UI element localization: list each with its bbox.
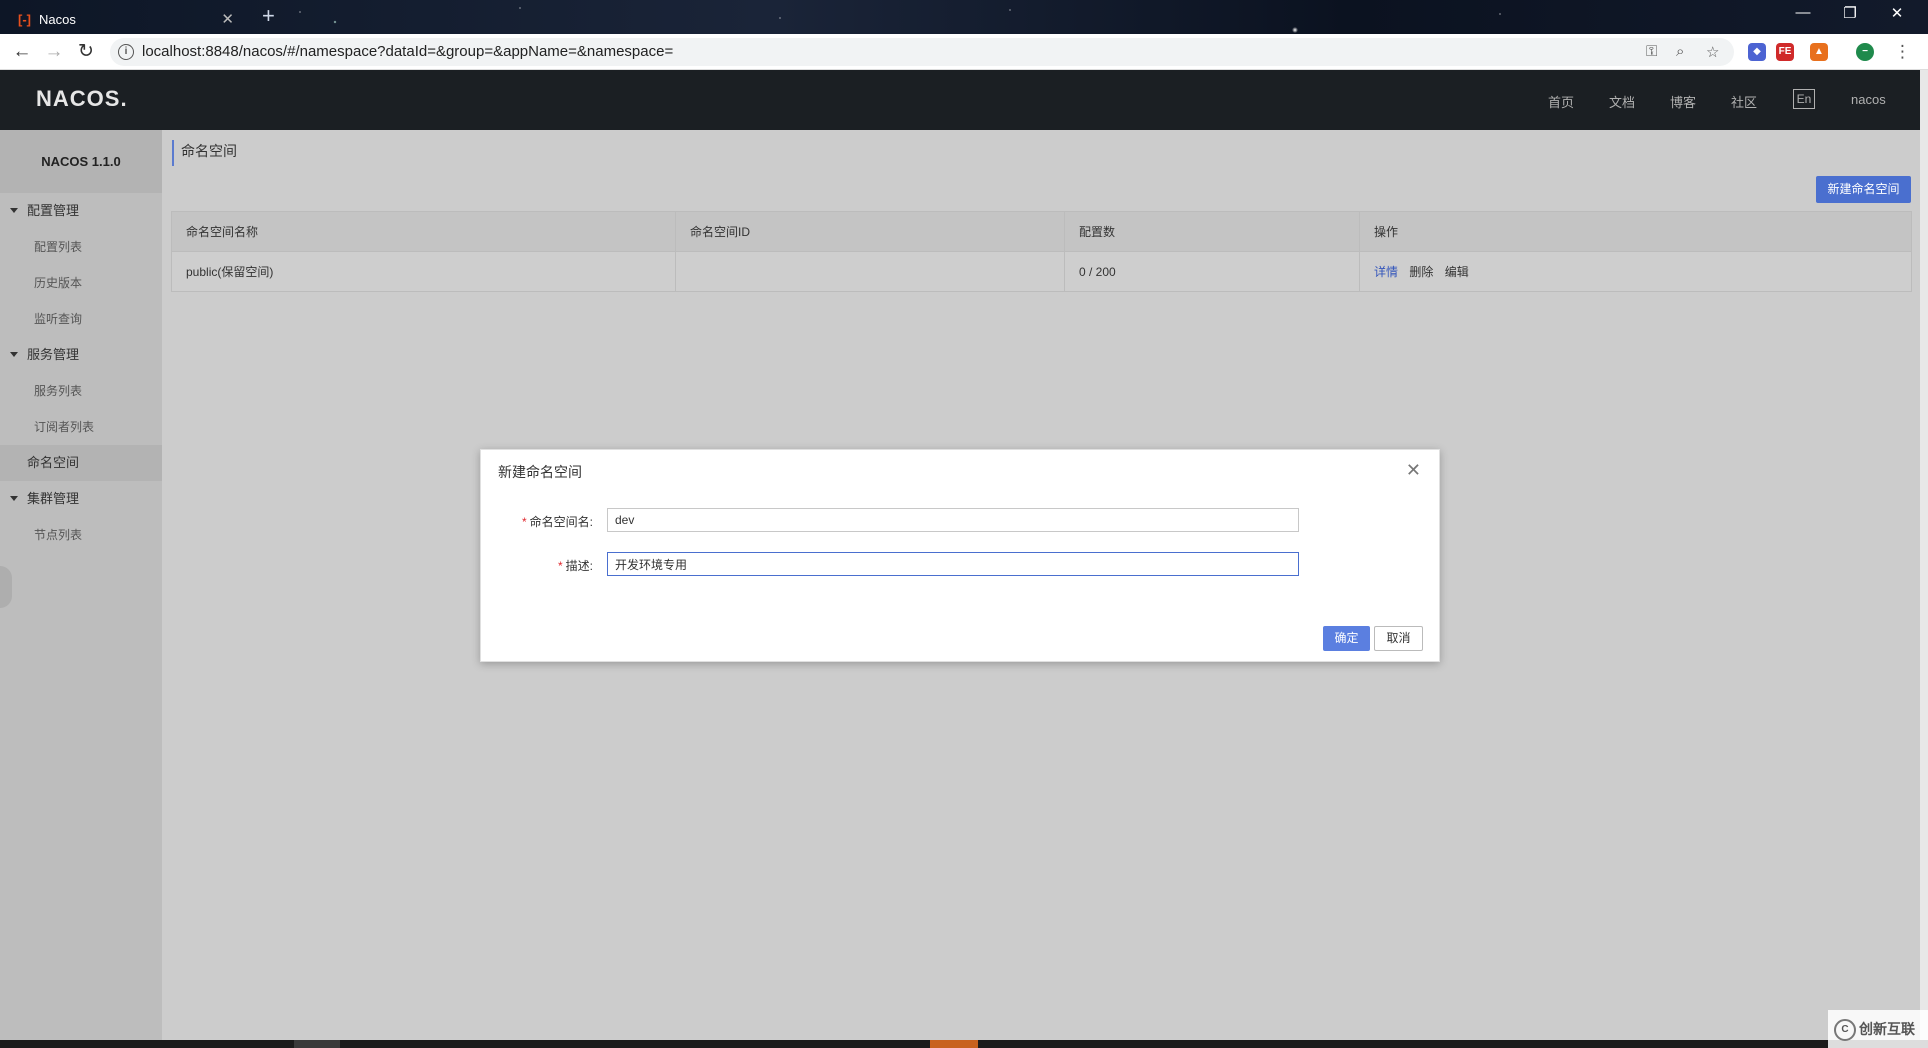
nacos-favicon-icon: [-] (18, 11, 31, 27)
required-mark: * (521, 515, 527, 529)
sidebar-group-config[interactable]: 配置管理 (0, 193, 162, 229)
sidebar-group-label: 服务管理 (27, 347, 80, 362)
create-namespace-button[interactable]: 新建命名空间 (1816, 176, 1911, 203)
column-header-id: 命名空间ID (675, 211, 1065, 252)
namespace-name-cell: public(保留空间) (171, 251, 676, 292)
page-scrollbar[interactable] (1920, 70, 1928, 1040)
table-row: public(保留空间) 0 / 200 详情 删除 编辑 (171, 251, 1912, 292)
delete-link[interactable]: 删除 (1409, 265, 1433, 279)
window-close-icon[interactable]: ✕ (1877, 4, 1917, 22)
forward-icon[interactable]: → (42, 40, 66, 64)
version-label: NACOS 1.1.0 (0, 130, 162, 193)
extension-shield-icon[interactable]: ◆ (1748, 43, 1766, 61)
sidebar: NACOS 1.1.0 配置管理 配置列表 历史版本 监听查询 服务管理 服务列… (0, 130, 162, 1040)
browser-tab-bar: [-] Nacos ✕ + — ❐ ✕ (0, 0, 1928, 34)
sidebar-group-label: 集群管理 (27, 491, 80, 506)
table-header-row: 命名空间名称 命名空间ID 配置数 操作 (171, 211, 1912, 252)
zoom-icon[interactable]: ⌕ (1676, 43, 1684, 60)
tab-title: Nacos (39, 11, 76, 27)
new-tab-icon[interactable]: + (262, 4, 275, 28)
address-url[interactable]: localhost:8848/nacos/#/namespace?dataId=… (142, 43, 673, 60)
reload-icon[interactable]: ↻ (74, 40, 98, 64)
tab-close-icon[interactable]: ✕ (221, 10, 234, 28)
namespace-table: 命名空间名称 命名空间ID 配置数 操作 public(保留空间) 0 / 20… (171, 211, 1912, 292)
page-title: 命名空间 (172, 140, 237, 166)
caret-down-icon (10, 352, 18, 357)
label-text: 命名空间名: (529, 515, 593, 529)
cancel-button[interactable]: 取消 (1374, 626, 1423, 651)
sidebar-item-service-list[interactable]: 服务列表 (0, 373, 162, 409)
dialog-close-icon[interactable]: ✕ (1406, 460, 1421, 481)
sidebar-item-listener-query[interactable]: 监听查询 (0, 301, 162, 337)
sidebar-group-cluster[interactable]: 集群管理 (0, 481, 162, 517)
nav-link-community[interactable]: 社区 (1731, 92, 1757, 111)
nacos-logo[interactable]: NACOS. (36, 86, 128, 112)
label-text: 描述: (565, 559, 593, 573)
sidebar-item-history[interactable]: 历史版本 (0, 265, 162, 301)
namespace-id-cell (675, 251, 1065, 292)
column-header-actions: 操作 (1359, 211, 1912, 252)
column-header-count: 配置数 (1064, 211, 1360, 252)
required-mark: * (557, 559, 563, 573)
sidebar-group-service[interactable]: 服务管理 (0, 337, 162, 373)
edit-link[interactable]: 编辑 (1445, 265, 1469, 279)
browser-menu-icon[interactable]: ⋮ (1894, 42, 1911, 62)
namespace-name-label: * 命名空间名: (481, 513, 593, 530)
sidebar-item-config-list[interactable]: 配置列表 (0, 229, 162, 265)
watermark: C 创新互联 (1828, 1010, 1928, 1048)
language-toggle-button[interactable]: En (1793, 89, 1815, 109)
key-icon[interactable]: ⚿ (1646, 43, 1657, 60)
sidebar-collapse-handle[interactable] (0, 566, 12, 608)
extension-fe-icon[interactable]: FE (1776, 43, 1794, 61)
sidebar-item-subscriber-list[interactable]: 订阅者列表 (0, 409, 162, 445)
watermark-logo-icon: C (1834, 1019, 1856, 1042)
dialog-title: 新建命名空间 (498, 464, 582, 480)
caret-down-icon (10, 496, 18, 501)
namespace-name-input[interactable] (607, 508, 1299, 532)
taskbar-item-active[interactable] (930, 1040, 978, 1048)
config-count-cell: 0 / 200 (1064, 251, 1360, 292)
os-taskbar (0, 1040, 1928, 1048)
actions-cell: 详情 删除 编辑 (1359, 251, 1912, 292)
back-icon[interactable]: ← (10, 40, 34, 64)
caret-down-icon (10, 208, 18, 213)
column-header-name: 命名空间名称 (171, 211, 676, 252)
bookmark-star-icon[interactable]: ☆ (1706, 43, 1719, 61)
sidebar-item-node-list[interactable]: 节点列表 (0, 517, 162, 553)
nav-link-docs[interactable]: 文档 (1609, 92, 1635, 111)
browser-toolbar: ← → ↻ i localhost:8848/nacos/#/namespace… (0, 34, 1928, 70)
watermark-text: 创新互联 (1859, 1021, 1915, 1037)
description-label: * 描述: (481, 557, 593, 574)
user-name[interactable]: nacos (1851, 92, 1886, 107)
sidebar-group-label: 配置管理 (27, 203, 80, 218)
description-input[interactable] (607, 552, 1299, 576)
nav-link-blog[interactable]: 博客 (1670, 92, 1696, 111)
address-bar[interactable]: i localhost:8848/nacos/#/namespace?dataI… (110, 38, 1734, 66)
site-info-icon[interactable]: i (118, 44, 134, 60)
sidebar-item-namespace[interactable]: 命名空间 (0, 445, 162, 481)
confirm-button[interactable]: 确定 (1323, 626, 1370, 651)
tabbar-background (0, 0, 1928, 34)
detail-link[interactable]: 详情 (1374, 265, 1398, 279)
create-namespace-dialog: 新建命名空间 ✕ *命名空间名: *描述: 确定 取消 (480, 449, 1440, 662)
restore-icon[interactable]: ❐ (1830, 4, 1870, 22)
profile-avatar-icon[interactable]: − (1856, 43, 1874, 61)
browser-tab[interactable]: [-] Nacos ✕ (8, 4, 248, 34)
nav-link-home[interactable]: 首页 (1548, 92, 1574, 111)
minimize-icon[interactable]: — (1783, 4, 1823, 21)
taskbar-item[interactable] (294, 1040, 340, 1048)
app-header: NACOS. 首页 文档 博客 社区 En nacos (0, 70, 1920, 130)
extension-flame-icon[interactable]: ▲ (1810, 43, 1828, 61)
